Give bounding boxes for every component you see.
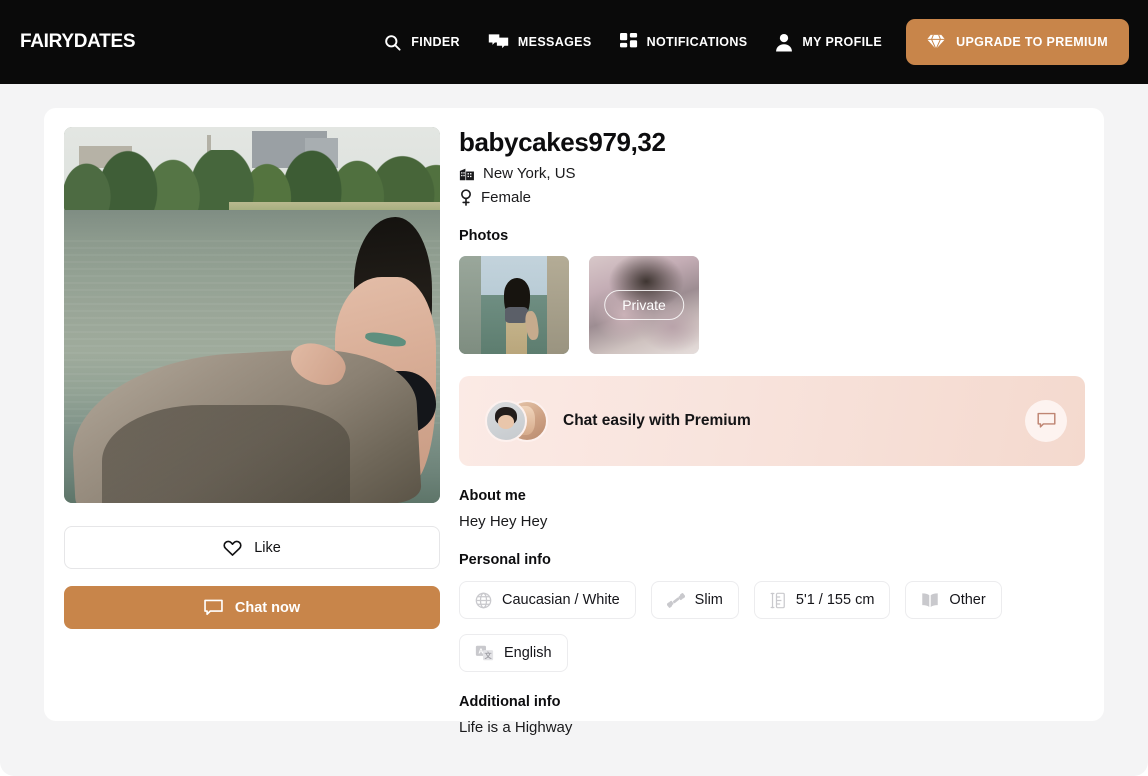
chip-body-type-label: Slim: [694, 592, 723, 608]
brand-logo[interactable]: FAIRYDATES: [20, 31, 136, 53]
photos-gallery: Private: [459, 256, 1085, 354]
chat-bubble-icon: [204, 599, 223, 617]
chat-now-button[interactable]: Chat now: [64, 586, 440, 629]
chip-body-type: Slim: [650, 581, 739, 619]
profile-left-column: Like Chat now: [64, 127, 440, 629]
chip-height-label: 5'1 / 155 cm: [795, 592, 875, 608]
profile-card: Like Chat now babycakes979,32 New York, …: [44, 108, 1104, 736]
personal-info-chips: Caucasian / White Slim 5'1 / 155 cm Othe…: [459, 581, 1085, 672]
chip-education-label: Other: [949, 592, 986, 608]
svg-text:A: A: [478, 647, 483, 655]
chip-language-label: English: [504, 645, 552, 661]
globe-icon: [475, 592, 492, 609]
nav-item-notifications[interactable]: NOTIFICATIONS: [606, 0, 762, 84]
nav-item-messages[interactable]: MESSAGES: [474, 0, 606, 84]
main-nav: FINDER MESSAGES NOTIFICATIONS MY PROFILE…: [369, 0, 1129, 84]
like-button-label: Like: [254, 539, 281, 556]
top-navigation-bar: FAIRYDATES FINDER MESSAGES NOTIFICATIONS…: [0, 0, 1148, 84]
additional-info-text: Life is a Highway: [459, 719, 573, 736]
nav-item-finder[interactable]: FINDER: [369, 0, 474, 84]
nav-label-messages: MESSAGES: [517, 35, 592, 49]
private-badge: Private: [604, 290, 684, 320]
about-me-title: About me: [459, 488, 526, 504]
about-me-text: Hey Hey Hey: [459, 513, 548, 530]
svg-text:文: 文: [484, 651, 492, 660]
page-title: babycakes979,32: [459, 127, 666, 157]
nav-label-my-profile: MY PROFILE: [802, 35, 883, 49]
banner-avatars: [485, 400, 548, 442]
profile-right-column: babycakes979,32 New York, US Female Phot…: [459, 127, 1085, 736]
dumbbell-icon: [666, 592, 685, 609]
profile-gender-row: Female: [459, 189, 1085, 206]
chip-ethnicity-label: Caucasian / White: [502, 592, 620, 608]
upgrade-button-label: UPGRADE TO PREMIUM: [956, 35, 1108, 49]
chat-now-button-label: Chat now: [234, 599, 301, 616]
upgrade-to-premium-button[interactable]: UPGRADE TO PREMIUM: [906, 19, 1129, 65]
profile-gender-text: Female: [481, 189, 532, 206]
photo-thumbnail-2-private[interactable]: Private: [589, 256, 699, 354]
messages-icon: [488, 33, 509, 52]
diamond-icon: [927, 34, 945, 50]
additional-info-title: Additional info: [459, 694, 561, 710]
ruler-icon: [770, 592, 786, 609]
banner-chat-button[interactable]: [1025, 400, 1067, 442]
profile-location-row: New York, US: [459, 165, 1085, 182]
nav-item-my-profile[interactable]: MY PROFILE: [761, 0, 896, 84]
city-icon: [459, 166, 475, 182]
female-icon: [459, 189, 473, 206]
avatar-primary: [485, 400, 527, 442]
book-icon: [921, 592, 939, 608]
profile-hero-photo[interactable]: [64, 127, 440, 503]
profile-location-text: New York, US: [483, 165, 576, 182]
chip-language: A 文 English: [459, 634, 568, 672]
translate-icon: A 文: [475, 645, 494, 661]
chip-education: Other: [905, 581, 1002, 619]
nav-label-finder: FINDER: [411, 35, 460, 49]
like-button[interactable]: Like: [64, 526, 440, 569]
nav-label-notifications: NOTIFICATIONS: [646, 35, 748, 49]
thumb1-right-edge: [547, 256, 569, 354]
chip-ethnicity: Caucasian / White: [459, 581, 636, 619]
chat-bubble-icon: [1036, 412, 1056, 430]
photos-section-title: Photos: [459, 228, 509, 244]
photo-thumbnail-1[interactable]: [459, 256, 569, 354]
chip-height: 5'1 / 155 cm: [753, 581, 891, 619]
personal-info-title: Personal info: [459, 552, 551, 568]
grid-icon: [619, 33, 638, 51]
heart-icon: [223, 539, 242, 557]
hero-rock-shadow: [101, 405, 350, 503]
thumb1-left-edge: [459, 256, 481, 354]
banner-text: Chat easily with Premium: [563, 412, 751, 429]
app-viewport: FAIRYDATES FINDER MESSAGES NOTIFICATIONS…: [0, 0, 1148, 776]
premium-chat-banner[interactable]: Chat easily with Premium: [459, 376, 1085, 466]
search-icon: [383, 33, 402, 52]
person-icon: [775, 33, 793, 52]
